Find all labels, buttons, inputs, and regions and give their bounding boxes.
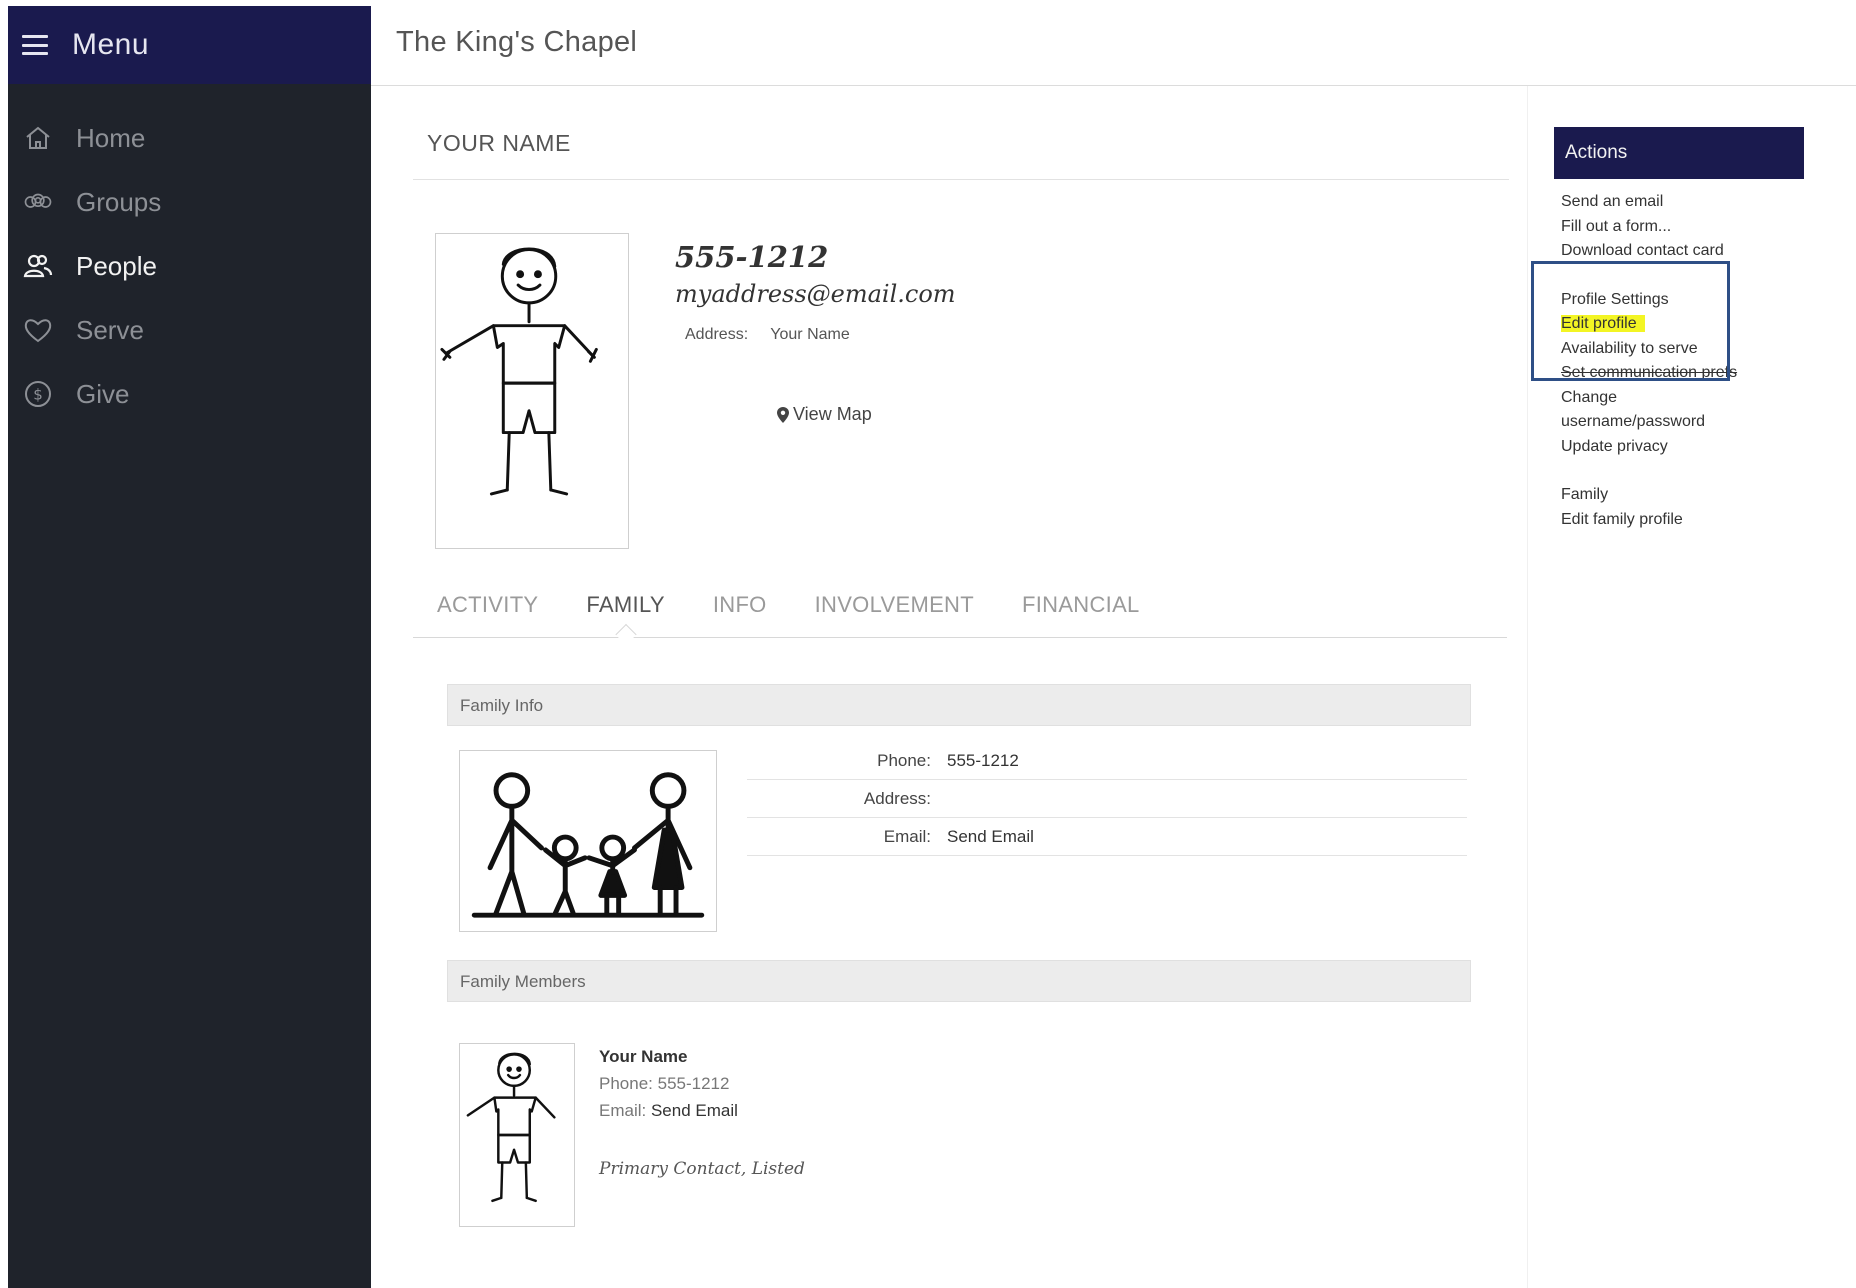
member-email-label: Email: bbox=[599, 1101, 647, 1120]
header: The King's Chapel bbox=[371, 6, 1856, 86]
profile-photo[interactable] bbox=[435, 233, 629, 549]
divider bbox=[413, 179, 1509, 180]
menu-label: Menu bbox=[72, 28, 150, 61]
sidebar-item-label: Give bbox=[76, 378, 130, 409]
view-map-label: View Map bbox=[793, 404, 872, 424]
family-info-header: Family Info bbox=[447, 684, 1471, 726]
member-phone-label: Phone: bbox=[599, 1074, 653, 1093]
contact-details: 555-1212 myaddress@email.com Address: Yo… bbox=[675, 240, 956, 344]
sidebar-item-label: People bbox=[76, 250, 157, 281]
tab-involvement[interactable]: INVOLVEMENT bbox=[815, 590, 974, 634]
actions-group-family: Family Edit family profile bbox=[1561, 483, 1737, 532]
member-name[interactable]: Your Name bbox=[599, 1043, 805, 1070]
info-row-phone: Phone: 555-1212 bbox=[747, 742, 1467, 780]
sidebar-item-home[interactable]: Home bbox=[8, 106, 371, 170]
actions-list: Send an email Fill out a form... Downloa… bbox=[1561, 190, 1737, 556]
actions-header: Actions bbox=[1554, 127, 1804, 179]
heart-icon bbox=[20, 312, 56, 348]
sidebar-item-people[interactable]: People bbox=[8, 234, 371, 298]
site-title[interactable]: The King's Chapel bbox=[396, 26, 637, 59]
action-availability-to-serve[interactable]: Availability to serve bbox=[1561, 337, 1737, 362]
address-label: Address: bbox=[685, 326, 749, 343]
action-update-privacy[interactable]: Update privacy bbox=[1561, 435, 1737, 460]
profile-email[interactable]: myaddress@email.com bbox=[675, 280, 956, 308]
action-set-communication-prefs[interactable]: Set communication prefs bbox=[1561, 361, 1737, 386]
actions-group-profile: Profile Settings Edit profile Availabili… bbox=[1561, 288, 1737, 460]
sidebar-item-label: Serve bbox=[76, 314, 144, 345]
member-photo[interactable] bbox=[459, 1043, 575, 1227]
info-value: 555-1212 bbox=[947, 750, 1019, 770]
info-label: Address: bbox=[863, 788, 931, 808]
action-change[interactable]: Change bbox=[1561, 386, 1737, 411]
tab-activity[interactable]: ACTIVITY bbox=[437, 590, 538, 634]
family-info-table: Phone: 555-1212 Address: Email: Send Ema… bbox=[747, 742, 1467, 856]
sidebar: Menu Home Groups People Serve $ Give bbox=[8, 6, 371, 1288]
actions-panel: Actions Send an email Fill out a form...… bbox=[1527, 86, 1856, 1288]
action-edit-family-profile[interactable]: Edit family profile bbox=[1561, 508, 1737, 533]
sidebar-item-groups[interactable]: Groups bbox=[8, 170, 371, 234]
sidebar-item-label: Groups bbox=[76, 186, 162, 217]
send-email-link[interactable]: Send Email bbox=[947, 827, 1034, 847]
groups-icon bbox=[20, 184, 56, 220]
tab-family[interactable]: FAMILY bbox=[586, 590, 664, 634]
action-send-email[interactable]: Send an email bbox=[1561, 190, 1737, 215]
member-phone: Phone: 555-1212 bbox=[599, 1070, 805, 1097]
action-download-contact-card[interactable]: Download contact card bbox=[1561, 239, 1737, 264]
view-map-link[interactable]: View Map bbox=[777, 404, 872, 425]
info-row-email: Email: Send Email bbox=[747, 818, 1467, 856]
section-title: Family Members bbox=[460, 972, 586, 991]
action-family: Family bbox=[1561, 486, 1609, 503]
hamburger-icon[interactable] bbox=[22, 35, 48, 55]
people-icon bbox=[20, 248, 56, 284]
page-title: YOUR NAME bbox=[427, 130, 571, 156]
map-pin-icon bbox=[777, 406, 789, 423]
tab-financial[interactable]: FINANCIAL bbox=[1022, 590, 1140, 634]
member-email: Email: Send Email bbox=[599, 1097, 805, 1124]
profile-phone: 555-1212 bbox=[675, 240, 829, 274]
profile-address: Address: Your Name bbox=[685, 326, 956, 344]
menu-bar[interactable]: Menu bbox=[8, 6, 371, 84]
action-username-password[interactable]: username/password bbox=[1561, 410, 1737, 435]
sidebar-item-serve[interactable]: Serve bbox=[8, 298, 371, 362]
sidebar-item-label: Home bbox=[76, 122, 146, 153]
tab-info[interactable]: INFO bbox=[713, 590, 767, 634]
member-role: Primary Contact, Listed bbox=[599, 1159, 805, 1179]
member-phone-value: 555-1212 bbox=[657, 1074, 730, 1093]
member-info: Your Name Phone: 555-1212 Email: Send Em… bbox=[599, 1043, 805, 1183]
member-send-email-link[interactable]: Send Email bbox=[651, 1101, 738, 1120]
sidebar-item-give[interactable]: $ Give bbox=[8, 362, 371, 426]
home-icon bbox=[20, 120, 56, 156]
action-edit-profile[interactable]: Edit profile bbox=[1561, 315, 1645, 332]
svg-text:$: $ bbox=[33, 386, 43, 404]
section-title: Family Info bbox=[460, 696, 544, 715]
profile-tabs: ACTIVITY FAMILY INFO INVOLVEMENT FINANCI… bbox=[413, 590, 1507, 638]
action-fill-form[interactable]: Fill out a form... bbox=[1561, 215, 1737, 240]
address-value: Your Name bbox=[770, 326, 850, 343]
actions-group-contact: Send an email Fill out a form... Downloa… bbox=[1561, 190, 1737, 264]
family-members-header: Family Members bbox=[447, 960, 1471, 1002]
info-label: Email: bbox=[883, 826, 931, 846]
main-content: YOUR NAME 555-1212 myaddress@email.com A… bbox=[371, 86, 1511, 1288]
dollar-icon: $ bbox=[20, 376, 56, 412]
info-row-address: Address: bbox=[747, 780, 1467, 818]
info-label: Phone: bbox=[877, 750, 931, 770]
family-photo[interactable] bbox=[459, 750, 717, 932]
sidebar-nav: Home Groups People Serve $ Give bbox=[8, 106, 371, 426]
action-profile-settings: Profile Settings bbox=[1561, 290, 1669, 308]
